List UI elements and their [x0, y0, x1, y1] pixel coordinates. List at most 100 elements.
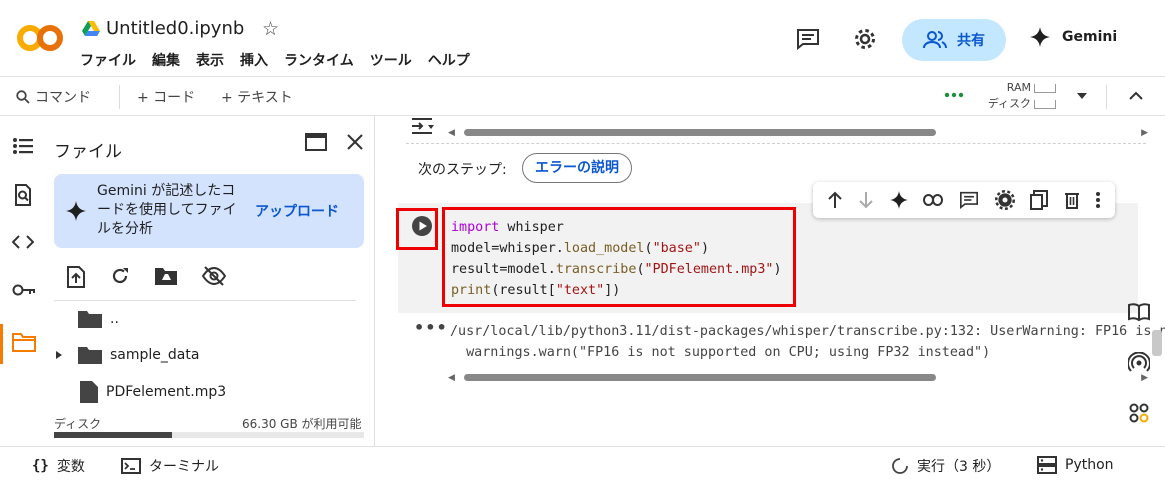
files-panel: ファイル Gemini が記述したコードを使用してファイルを分析 アップロード …: [48, 116, 366, 446]
runtime-dropdown-icon[interactable]: [1075, 89, 1089, 103]
find-icon[interactable]: [12, 184, 34, 206]
command-label: コマンド: [35, 90, 91, 106]
expand-arrow-icon[interactable]: [54, 350, 64, 360]
menu-tools[interactable]: ツール: [370, 50, 412, 70]
disk-usage-bar: [54, 432, 364, 438]
comment-icon[interactable]: [796, 28, 820, 50]
scroll-thumb[interactable]: [464, 129, 936, 136]
menu-bar: ファイル 編集 表示 挿入 ランタイム ツール ヘルプ: [80, 50, 470, 70]
comment-icon[interactable]: [959, 191, 979, 209]
terminal-button[interactable]: ターミナル: [121, 456, 219, 476]
runtime-status-icon[interactable]: [944, 91, 964, 99]
server-icon: [1037, 456, 1057, 474]
variables-button[interactable]: {} 変数: [32, 456, 85, 476]
notebook-toolbar: コマンド + コード + テキスト RAM ディスク: [0, 76, 1165, 116]
terminal-icon: [121, 458, 141, 474]
resource-meter[interactable]: RAM ディスク: [980, 80, 1056, 112]
move-up-icon[interactable]: [827, 191, 843, 209]
scroll-left-icon[interactable]: ◀: [448, 373, 455, 383]
table-of-contents-icon[interactable]: [12, 136, 34, 156]
settings-gear-icon[interactable]: [994, 190, 1015, 210]
add-text-button[interactable]: + テキスト: [221, 87, 293, 107]
gemini-sparkle-icon: [1030, 27, 1050, 47]
menu-runtime[interactable]: ランタイム: [284, 50, 354, 70]
mount-drive-icon[interactable]: [154, 266, 178, 288]
file-item-sample-data[interactable]: sample_data: [54, 346, 199, 364]
execution-status[interactable]: 実行（3 秒）: [891, 456, 1000, 476]
share-button[interactable]: 共有: [902, 19, 1006, 61]
delete-icon[interactable]: [1064, 191, 1080, 209]
braces-icon: {}: [32, 458, 49, 474]
notebook-title[interactable]: Untitled0.ipynb: [106, 18, 244, 39]
output-line: /usr/local/lib/python3.11/dist-packages/…: [450, 324, 1165, 339]
book-icon[interactable]: [1128, 302, 1150, 322]
file-name: PDFelement.mp3: [106, 384, 227, 400]
code-snippets-icon[interactable]: [12, 234, 34, 250]
upload-file-icon[interactable]: [66, 266, 86, 288]
file-item-pdfelement[interactable]: PDFelement.mp3: [80, 381, 226, 403]
run-cell-button[interactable]: [412, 216, 432, 236]
file-actions: [66, 266, 226, 288]
gemini-sparkle-icon[interactable]: [889, 191, 908, 209]
disk-usage-fill: [54, 432, 172, 438]
output-separator: [406, 143, 1146, 144]
python-label: Python: [1065, 457, 1114, 473]
upload-button[interactable]: アップロード: [255, 201, 339, 221]
mirror-cell-icon[interactable]: [1030, 190, 1049, 210]
ram-label: RAM: [1006, 81, 1031, 94]
code-editor[interactable]: import whisper model=whisper.load_model("…: [451, 217, 782, 301]
ram-meter: [1034, 83, 1056, 93]
share-label: 共有: [957, 33, 985, 49]
toolbar-divider: [119, 85, 120, 109]
menu-view[interactable]: 表示: [196, 50, 224, 70]
broadcast-icon[interactable]: [1128, 352, 1150, 374]
menu-help[interactable]: ヘルプ: [428, 50, 470, 70]
panel-title: ファイル: [54, 142, 122, 162]
cell-output: /usr/local/lib/python3.11/dist-packages/…: [450, 321, 1165, 363]
output-menu-icon[interactable]: •••: [414, 318, 448, 337]
gemini-sparkle-icon: [66, 201, 86, 221]
output-line: warnings.warn("FP16 is not supported on …: [450, 345, 991, 360]
scroll-left-icon[interactable]: ◀: [448, 128, 455, 138]
link-icon[interactable]: [923, 194, 944, 206]
variables-label: 変数: [56, 459, 85, 475]
panel-divider: [54, 300, 356, 301]
next-steps-label: 次のステップ:: [418, 162, 507, 178]
command-palette-button[interactable]: コマンド: [16, 87, 91, 107]
disk-label: ディスク: [54, 417, 102, 431]
panel-resize-border[interactable]: [374, 116, 375, 446]
scroll-right-icon[interactable]: ▶: [1141, 128, 1148, 138]
collapse-header-icon[interactable]: [1128, 89, 1144, 103]
python-kernel-status[interactable]: Python: [1037, 456, 1114, 474]
add-code-button[interactable]: + コード: [137, 87, 195, 107]
star-icon[interactable]: ☆: [262, 18, 279, 40]
scroll-thumb[interactable]: [464, 374, 936, 381]
move-down-icon[interactable]: [858, 191, 874, 209]
menu-insert[interactable]: 挿入: [240, 50, 268, 70]
output-scrollbar[interactable]: ◀ ▶: [448, 372, 1148, 383]
code-line: result=model.transcribe("PDFelement.mp3"…: [451, 262, 782, 277]
file-item-parent[interactable]: ..: [78, 310, 119, 328]
folder-icon: [78, 347, 102, 364]
files-folder-icon[interactable]: [12, 332, 36, 352]
explain-error-button[interactable]: エラーの説明: [522, 153, 632, 183]
hide-files-icon[interactable]: [202, 266, 226, 288]
open-in-tab-icon[interactable]: [305, 133, 327, 151]
menu-edit[interactable]: 編集: [152, 50, 180, 70]
settings-gear-icon[interactable]: [853, 27, 877, 51]
output-actions-icon[interactable]: [410, 116, 436, 136]
colab-features-icon[interactable]: [1128, 402, 1150, 424]
more-options-icon[interactable]: [1095, 191, 1101, 209]
google-drive-icon: [82, 21, 100, 37]
secrets-key-icon[interactable]: [12, 282, 36, 298]
disk-meter-label: ディスク: [987, 97, 1031, 110]
refresh-icon[interactable]: [110, 266, 130, 288]
menu-file[interactable]: ファイル: [80, 50, 136, 70]
cell-toolbar: [813, 182, 1115, 218]
colab-logo[interactable]: [16, 22, 64, 54]
top-output-scrollbar[interactable]: ◀ ▶: [448, 127, 1148, 138]
spinner-icon: [892, 458, 908, 474]
gemini-button[interactable]: Gemini: [1030, 27, 1117, 47]
active-indicator: [0, 324, 3, 364]
close-icon[interactable]: [347, 134, 363, 150]
